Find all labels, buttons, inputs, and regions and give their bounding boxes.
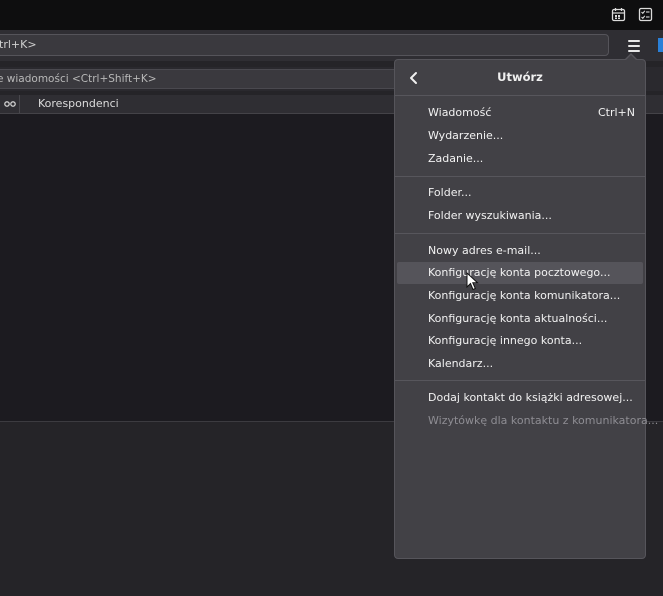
quick-filter-input[interactable]: e wiadomości <Ctrl+Shift+K> (0, 69, 452, 89)
menu-item-feed-account-setup[interactable]: Konfigurację konta aktualności... (397, 308, 643, 330)
popup-header: Utwórz (395, 60, 645, 95)
menu-item-label: Kalendarz... (428, 357, 494, 370)
tasks-icon[interactable] (638, 7, 653, 22)
menu-item-task[interactable]: Zadanie... (397, 148, 643, 170)
menu-item-calendar[interactable]: Kalendarz... (397, 353, 643, 375)
menu-item-label: Wydarzenie... (428, 129, 504, 142)
menu-item-shortcut: Ctrl+N (597, 106, 635, 119)
thread-column-picker[interactable] (2, 95, 20, 113)
thread-icon (4, 101, 16, 107)
menu-item-search-folder[interactable]: Folder wyszukiwania... (397, 205, 643, 227)
menu-item-chat-account-setup[interactable]: Konfigurację konta komunikatora... (397, 285, 643, 307)
menu-item-message[interactable]: Wiadomość Ctrl+N (397, 102, 643, 124)
menu-item-label: Zadanie... (428, 152, 484, 165)
calendar-icon[interactable] (611, 7, 626, 22)
accent-edge (658, 38, 663, 52)
menu-item-new-email-address[interactable]: Nowy adres e-mail... (397, 240, 643, 262)
menu-item-label: Wiadomość (428, 106, 492, 119)
menu-item-label: Wizytówkę dla kontaktu z komunikatora... (428, 414, 659, 427)
menu-item-other-account-setup[interactable]: Konfigurację innego konta... (397, 330, 643, 352)
correspondents-column[interactable]: Korespondenci (38, 97, 119, 110)
menu-separator (395, 95, 645, 96)
mouse-cursor-icon (466, 272, 479, 291)
popup-title: Utwórz (497, 70, 543, 84)
menu-item-mail-account-setup[interactable]: Konfigurację konta pocztowego... (397, 262, 643, 284)
popup-arrow-fill (625, 55, 637, 61)
menu-item-label: Dodaj kontakt do książki adresowej... (428, 391, 633, 404)
title-bar (0, 0, 663, 30)
menu-item-label: Konfigurację konta komunikatora... (428, 289, 621, 302)
menu-item-label: Konfigurację konta aktualności... (428, 312, 608, 325)
menu-item-label: Folder... (428, 186, 472, 199)
menu-item-label: Nowy adres e-mail... (428, 244, 541, 257)
menu-item-event[interactable]: Wydarzenie... (397, 125, 643, 147)
global-search-input[interactable]: trl+K> (0, 34, 609, 56)
menu-item-label: Konfigurację innego konta... (428, 334, 583, 347)
menu-item-label: Folder wyszukiwania... (428, 209, 552, 222)
menu-item-folder[interactable]: Folder... (397, 182, 643, 204)
menu-separator (395, 233, 645, 234)
menu-item-label: Konfigurację konta pocztowego... (428, 266, 611, 279)
menu-separator (395, 176, 645, 177)
create-menu-popup: Utwórz Wiadomość Ctrl+N Wydarzenie... Za… (394, 59, 658, 559)
menu-item-chat-contact-card: Wizytówkę dla kontaktu z komunikatora... (397, 410, 658, 432)
menu-item-add-contact[interactable]: Dodaj kontakt do książki adresowej... (397, 387, 643, 409)
menu-separator (395, 380, 645, 381)
